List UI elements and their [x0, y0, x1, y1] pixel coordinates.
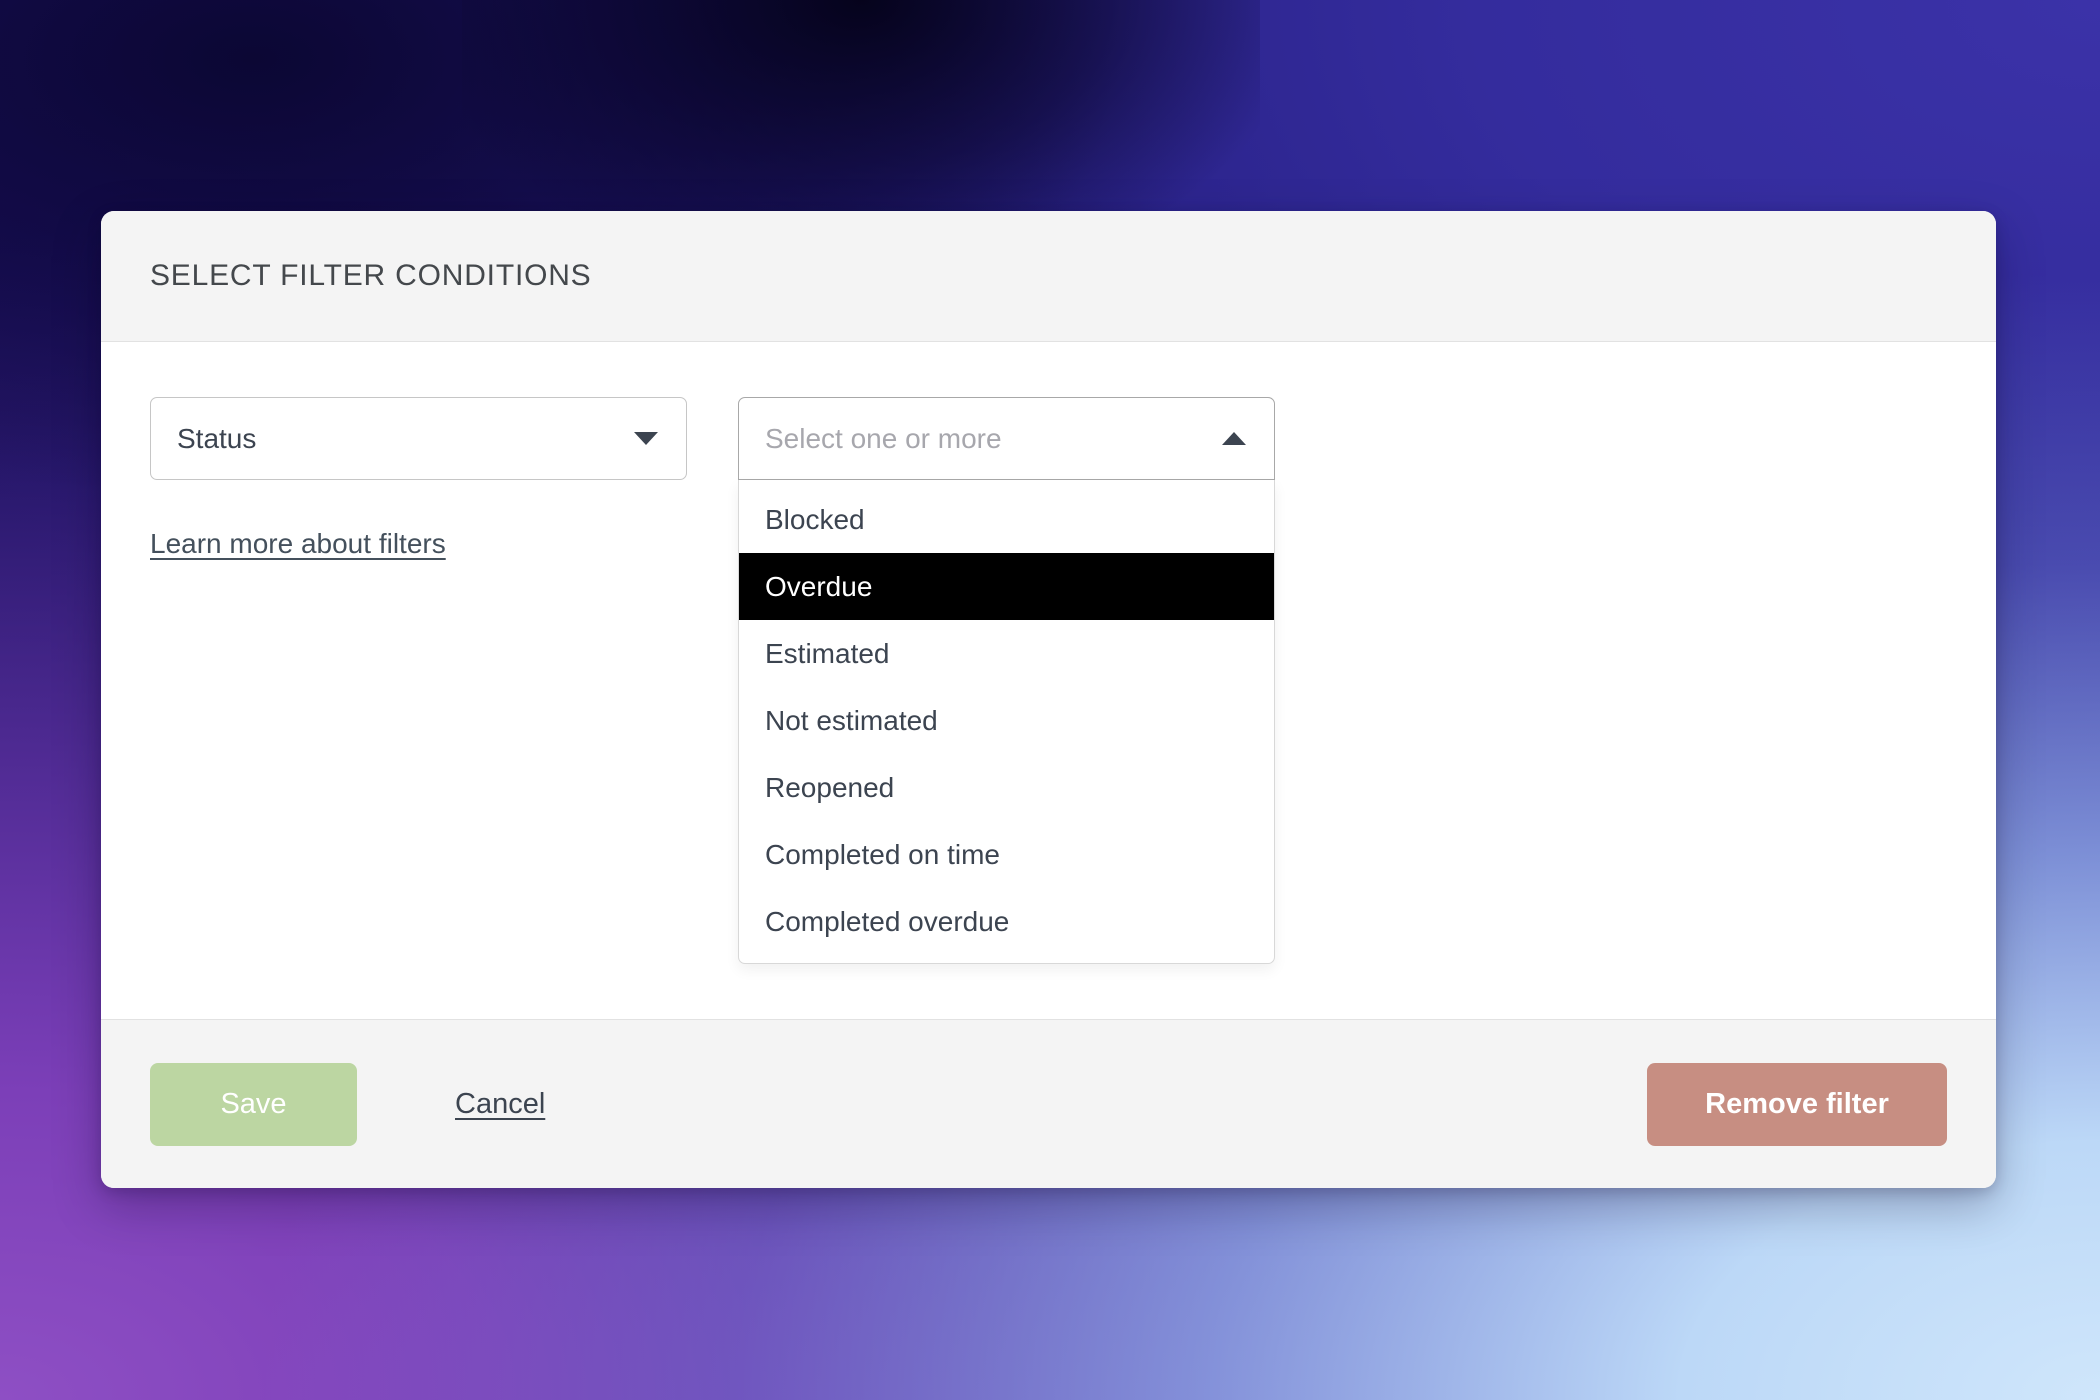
list-item[interactable]: Not estimated	[739, 687, 1274, 754]
caret-up-icon	[1222, 432, 1246, 445]
caret-down-icon	[634, 432, 658, 445]
value-select-column: Select one or more Blocked Overdue Estim…	[738, 397, 1275, 964]
option-label: Completed overdue	[765, 905, 1010, 937]
list-item[interactable]: Completed on time	[739, 821, 1274, 888]
modal-header: SELECT FILTER CONDITIONS	[101, 211, 1996, 342]
option-label: Completed on time	[765, 838, 1001, 870]
filter-conditions-modal: SELECT FILTER CONDITIONS Status Learn mo…	[101, 211, 1996, 1188]
list-item[interactable]: Blocked	[739, 486, 1274, 553]
filter-value-option-list: Blocked Overdue Estimated Not estimated	[738, 480, 1275, 964]
save-button[interactable]: Save	[150, 1062, 357, 1146]
filter-field-select[interactable]: Status	[150, 397, 687, 480]
list-item[interactable]: Overdue	[739, 553, 1274, 620]
cancel-button[interactable]: Cancel	[455, 1088, 545, 1121]
filter-value-multiselect: Select one or more Blocked Overdue Estim…	[738, 397, 1275, 964]
list-item[interactable]: Completed overdue	[739, 888, 1274, 955]
option-label: Reopened	[765, 771, 895, 803]
list-item[interactable]: Reopened	[739, 754, 1274, 821]
list-item[interactable]: Estimated	[739, 620, 1274, 687]
filter-value-select-control[interactable]: Select one or more	[738, 397, 1275, 480]
filter-field-value: Status	[177, 422, 257, 454]
remove-filter-button[interactable]: Remove filter	[1647, 1062, 1947, 1146]
option-label: Overdue	[765, 570, 873, 602]
option-label: Blocked	[765, 503, 865, 535]
modal-footer: Save Cancel Remove filter	[101, 1019, 1996, 1188]
filter-condition-row: Status Learn more about filters Select o…	[150, 397, 1947, 964]
field-select-column: Status Learn more about filters	[150, 397, 687, 560]
page-title: SELECT FILTER CONDITIONS	[150, 259, 592, 292]
learn-more-about-filters-link[interactable]: Learn more about filters	[150, 528, 446, 560]
option-label: Not estimated	[765, 704, 938, 736]
option-label: Estimated	[765, 637, 890, 669]
modal-body: Status Learn more about filters Select o…	[101, 342, 1996, 1019]
filter-value-placeholder: Select one or more	[765, 422, 1002, 454]
